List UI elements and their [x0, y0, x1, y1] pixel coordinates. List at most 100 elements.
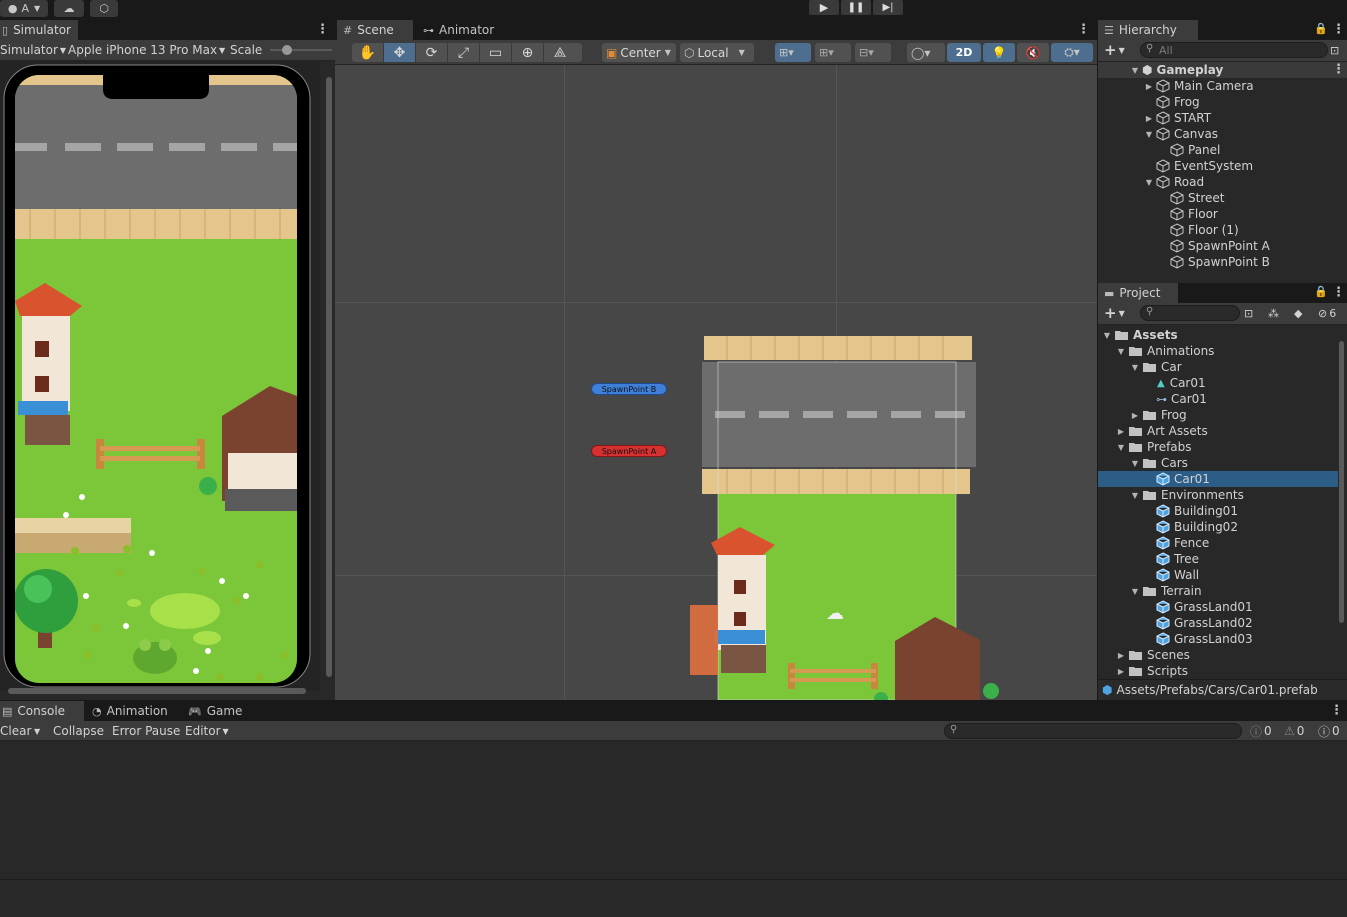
- chevron-right-icon[interactable]: ▶: [1144, 82, 1154, 91]
- simulator-mode-dropdown[interactable]: Simulator ▼: [0, 42, 66, 58]
- project-item[interactable]: ▼ Prefabs: [1098, 439, 1338, 455]
- step-button[interactable]: ▶|: [873, 0, 903, 15]
- hand-tool-icon[interactable]: ✋: [352, 43, 384, 62]
- scale-slider-thumb[interactable]: [281, 45, 292, 55]
- editor-dropdown[interactable]: Editor ▼: [185, 723, 229, 739]
- create-dropdown[interactable]: + ▼: [1104, 41, 1125, 59]
- project-item[interactable]: GrassLand01: [1098, 599, 1338, 615]
- chevron-down-icon[interactable]: ▼: [1130, 587, 1140, 596]
- error-filter-toggle[interactable]: ⓘ 0: [1318, 723, 1340, 739]
- project-item[interactable]: GrassLand02: [1098, 615, 1338, 631]
- collab-button[interactable]: ⬡: [90, 0, 118, 17]
- hierarchy-item[interactable]: Street: [1098, 190, 1347, 206]
- clear-options-chevron-icon[interactable]: ▼: [34, 723, 40, 739]
- tab-console[interactable]: ▤ Console: [0, 701, 84, 721]
- transform-tool-icon[interactable]: ⊕: [512, 43, 544, 62]
- project-item[interactable]: ▼ Car: [1098, 359, 1338, 375]
- pause-button[interactable]: ❚❚: [841, 0, 871, 15]
- project-item[interactable]: GrassLand03: [1098, 631, 1338, 647]
- increment-snap-button[interactable]: ⊟▾: [855, 43, 891, 62]
- clear-button[interactable]: Clear: [0, 723, 31, 739]
- simulator-horizontal-scrollbar[interactable]: [0, 686, 320, 696]
- chevron-down-icon[interactable]: ▼: [1130, 66, 1140, 75]
- console-menu-icon[interactable]: ⋮: [1330, 703, 1343, 718]
- search-by-type-icon[interactable]: ⊡: [1244, 305, 1253, 321]
- project-item[interactable]: ⊶ Car01: [1098, 391, 1338, 407]
- grid-visibility-button[interactable]: ⊞▾: [815, 43, 851, 62]
- spawn-point-a-label[interactable]: SpawnPoint A: [591, 445, 667, 457]
- project-item[interactable]: Fence: [1098, 535, 1338, 551]
- chevron-down-icon[interactable]: ▼: [1130, 363, 1140, 372]
- simulator-menu-icon[interactable]: ⋮: [316, 22, 329, 37]
- project-item[interactable]: Tree: [1098, 551, 1338, 567]
- tab-simulator[interactable]: ▯ Simulator: [0, 20, 78, 40]
- simulator-vertical-scrollbar[interactable]: [325, 67, 333, 687]
- create-dropdown[interactable]: + ▼: [1104, 304, 1125, 322]
- filter-by-label-icon[interactable]: ◆: [1294, 305, 1302, 321]
- project-item[interactable]: Car01: [1098, 471, 1338, 487]
- chevron-right-icon[interactable]: ▶: [1116, 651, 1126, 660]
- chevron-down-icon[interactable]: ▼: [1116, 347, 1126, 356]
- scene-root-row[interactable]: ▼ ⬢ Gameplay ⋮: [1098, 62, 1347, 78]
- warning-filter-toggle[interactable]: ⚠ 0: [1284, 723, 1304, 739]
- project-item[interactable]: Building02: [1098, 519, 1338, 535]
- tab-game[interactable]: 🎮 Game: [182, 701, 256, 721]
- scale-slider[interactable]: [270, 45, 332, 55]
- spawn-point-b-label[interactable]: SpawnPoint B: [591, 383, 667, 395]
- grid-snap-button[interactable]: ⊞▾: [775, 43, 811, 62]
- lighting-toggle[interactable]: 💡: [983, 43, 1015, 62]
- chevron-right-icon[interactable]: ▶: [1116, 667, 1126, 676]
- chevron-down-icon[interactable]: ▼: [1130, 459, 1140, 468]
- project-menu-icon[interactable]: ⋮: [1332, 285, 1345, 300]
- chevron-down-icon[interactable]: ▼: [1130, 491, 1140, 500]
- pivot-dropdown[interactable]: ▣ Center ▼: [602, 43, 676, 62]
- filter-by-type-icon[interactable]: ⁂: [1268, 305, 1279, 321]
- scene-menu-icon[interactable]: ⋮: [1332, 62, 1345, 77]
- project-item[interactable]: ▼ Cars: [1098, 455, 1338, 471]
- hierarchy-menu-icon[interactable]: ⋮: [1332, 22, 1345, 37]
- device-dropdown[interactable]: Apple iPhone 13 Pro Max ▼: [68, 42, 225, 58]
- lock-icon[interactable]: 🔒: [1314, 22, 1328, 35]
- console-search-input[interactable]: ⚲: [944, 723, 1242, 739]
- cloud-button[interactable]: ☁: [54, 0, 84, 17]
- play-button[interactable]: ▶: [809, 0, 839, 15]
- tab-animator[interactable]: ⊶ Animator: [417, 20, 513, 40]
- draw-mode-button[interactable]: ◯▾: [907, 43, 945, 62]
- 2d-toggle[interactable]: 2D: [947, 43, 981, 62]
- collapse-toggle[interactable]: Collapse: [53, 723, 104, 739]
- hierarchy-item[interactable]: ▶ START: [1098, 110, 1347, 126]
- project-item[interactable]: ▶ Art Assets: [1098, 423, 1338, 439]
- console-log-area[interactable]: [0, 741, 1347, 879]
- scrollbar-thumb[interactable]: [1339, 341, 1344, 623]
- audio-toggle[interactable]: 🔇: [1017, 43, 1049, 62]
- account-dropdown[interactable]: ● A ▼: [0, 0, 48, 17]
- hierarchy-item[interactable]: Floor (1): [1098, 222, 1347, 238]
- project-item[interactable]: Wall: [1098, 567, 1338, 583]
- effects-dropdown[interactable]: ⛭▾: [1051, 43, 1093, 62]
- simulator-viewport[interactable]: [0, 61, 320, 691]
- chevron-right-icon[interactable]: ▶: [1130, 411, 1140, 420]
- project-scrollbar[interactable]: [1338, 327, 1347, 679]
- hierarchy-item[interactable]: SpawnPoint A: [1098, 238, 1347, 254]
- chevron-right-icon[interactable]: ▶: [1116, 427, 1126, 436]
- project-item[interactable]: ▶ Scenes: [1098, 647, 1338, 663]
- project-item[interactable]: ▼ Environments: [1098, 487, 1338, 503]
- chevron-down-icon[interactable]: ▼: [1144, 178, 1154, 187]
- scale-tool-icon[interactable]: ⤢: [448, 43, 480, 62]
- chevron-right-icon[interactable]: ▶: [1144, 114, 1154, 123]
- hierarchy-item[interactable]: ▶ Main Camera: [1098, 78, 1347, 94]
- project-item[interactable]: ▶ Frog: [1098, 407, 1338, 423]
- error-pause-toggle[interactable]: Error Pause: [112, 723, 180, 739]
- space-dropdown[interactable]: ⬡ Local ▼: [680, 43, 754, 62]
- custom-tool-icon[interactable]: ⟁: [544, 43, 576, 62]
- hierarchy-item[interactable]: EventSystem: [1098, 158, 1347, 174]
- project-item[interactable]: ▼ Terrain: [1098, 583, 1338, 599]
- lock-icon[interactable]: 🔒: [1314, 285, 1328, 298]
- hierarchy-item[interactable]: Frog: [1098, 94, 1347, 110]
- hidden-packages-toggle[interactable]: ⊘ 6: [1318, 305, 1336, 321]
- project-item[interactable]: ▲ Car01: [1098, 375, 1338, 391]
- scene-search-icon[interactable]: ⊡: [1330, 42, 1339, 58]
- scene-menu-icon[interactable]: ⋮: [1077, 22, 1090, 37]
- chevron-down-icon[interactable]: ▼: [1116, 443, 1126, 452]
- project-search-input[interactable]: ⚲: [1140, 305, 1240, 321]
